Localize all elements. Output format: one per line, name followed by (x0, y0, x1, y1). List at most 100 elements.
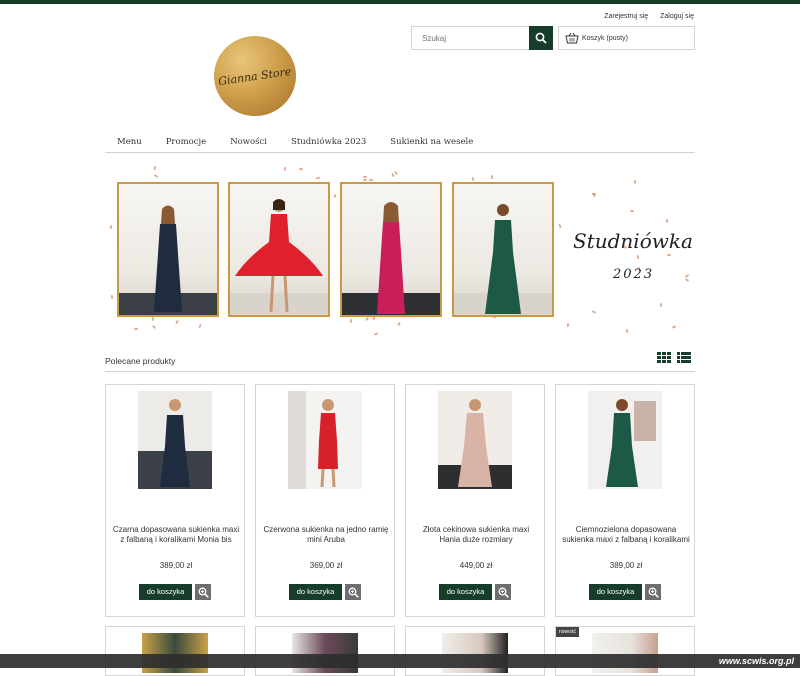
register-link[interactable]: Zarejestruj się (604, 13, 648, 20)
search-icon (535, 32, 547, 44)
confetti-piece (175, 319, 179, 325)
main-nav: Menu Promocje Nowości Studniówka 2023 Su… (105, 134, 695, 153)
quick-view-button[interactable] (495, 584, 511, 600)
cart-button[interactable]: Koszyk (pusty) (558, 26, 695, 50)
basket-icon (565, 32, 579, 44)
nav-item-menu[interactable]: Menu (105, 134, 154, 152)
nav-item-promocje[interactable]: Promocje (154, 134, 219, 152)
product-name[interactable]: Złota cekinowa sukienka maxi Hania duże … (412, 525, 540, 545)
product-price: 389,00 zł (609, 561, 643, 570)
logo-text: Gianna Store (217, 64, 293, 88)
product-name[interactable]: Ciemnozielona dopasowana sukienka maxi z… (562, 525, 690, 545)
confetti-piece (109, 224, 113, 230)
banner-year: 2023 (613, 267, 655, 282)
confetti-piece (368, 178, 374, 182)
account-links: Zarejestruj się Zaloguj się (594, 13, 694, 20)
confetti-piece (373, 332, 379, 336)
hero-banner[interactable]: Studniówka 2023 (105, 163, 695, 343)
section-title: Polecane produkty (105, 356, 176, 366)
zoom-icon (498, 587, 509, 598)
confetti-piece (364, 316, 370, 322)
product-price: 389,00 zł (159, 561, 193, 570)
product-image[interactable] (588, 391, 662, 489)
confetti-piece (491, 175, 493, 179)
nav-item-sukienki-na-wesele[interactable]: Sukienki na wesele (378, 134, 485, 152)
cart-status: (pusty) (606, 34, 628, 42)
confetti-piece (110, 294, 114, 300)
add-to-cart-button[interactable]: do koszyka (589, 584, 642, 600)
add-to-cart-button[interactable]: do koszyka (289, 584, 342, 600)
confetti-piece (362, 178, 368, 182)
search-button[interactable] (529, 26, 553, 50)
product-image[interactable] (438, 391, 512, 489)
section-divider (105, 371, 695, 372)
confetti-piece (625, 328, 629, 334)
dress-shape (318, 413, 338, 469)
confetti-piece (566, 322, 570, 328)
product-price: 449,00 zł (459, 561, 493, 570)
confetti-piece (397, 321, 401, 327)
product-card[interactable]: nowość (555, 626, 695, 676)
add-to-cart-button[interactable]: do koszyka (139, 584, 192, 600)
confetti-piece (283, 166, 287, 172)
product-card[interactable]: Czarna dopasowana sukienka maxi z falban… (105, 384, 245, 617)
product-image[interactable] (288, 391, 362, 489)
search-input[interactable] (412, 27, 529, 49)
quick-view-button[interactable] (645, 584, 661, 600)
confetti-piece (151, 316, 155, 322)
product-card[interactable]: Czerwona sukienka na jedno ramię mini Ar… (255, 384, 395, 617)
login-link[interactable]: Zaloguj się (660, 13, 694, 20)
confetti-piece (591, 310, 597, 314)
banner-photo-3 (340, 182, 442, 317)
confetti-piece (629, 209, 635, 213)
add-to-cart-button[interactable]: do koszyka (439, 584, 492, 600)
quick-view-button[interactable] (345, 584, 361, 600)
nav-item-nowosci[interactable]: Nowości (218, 134, 279, 152)
confetti-piece (315, 176, 321, 180)
confetti-piece (636, 254, 640, 260)
zoom-icon (648, 587, 659, 598)
quick-view-button[interactable] (195, 584, 211, 600)
header: Zarejestruj się Zaloguj się Koszyk (pust… (0, 4, 800, 134)
confetti-piece (671, 325, 677, 329)
product-card[interactable] (405, 626, 545, 676)
confetti-piece (349, 318, 353, 324)
banner-photo-1 (117, 182, 219, 317)
product-card[interactable]: Ciemnozielona dopasowana sukienka maxi z… (555, 384, 695, 617)
banner-photo-2 (228, 182, 330, 317)
confetti-piece (471, 176, 475, 182)
confetti-piece (151, 324, 157, 330)
confetti-piece (665, 218, 669, 224)
confetti-piece (633, 179, 637, 185)
confetti-piece (558, 223, 562, 229)
watermark: www.scwis.org.pl (0, 654, 800, 668)
product-image[interactable] (138, 391, 212, 489)
grid-view-icon[interactable] (657, 352, 671, 363)
zoom-icon (198, 587, 209, 598)
product-name[interactable]: Czerwona sukienka na jedno ramię mini Ar… (262, 525, 390, 545)
confetti-piece (198, 323, 202, 329)
product-card[interactable] (105, 626, 245, 676)
confetti-piece (298, 167, 304, 171)
confetti-piece (153, 165, 157, 171)
product-card[interactable] (255, 626, 395, 676)
confetti-piece (684, 278, 690, 282)
new-badge: nowość (556, 627, 579, 637)
confetti-piece (362, 175, 368, 179)
confetti-piece (666, 253, 672, 257)
cart-label: Koszyk (582, 34, 605, 42)
confetti-piece (133, 327, 139, 331)
confetti-piece (659, 302, 663, 308)
search-box (411, 26, 553, 50)
product-card[interactable]: Złota cekinowa sukienka maxi Hania duże … (405, 384, 545, 617)
confetti-piece (333, 193, 337, 199)
banner-title: Studniówka (573, 229, 693, 253)
product-price: 369,00 zł (309, 561, 343, 570)
zoom-icon (348, 587, 359, 598)
store-logo[interactable]: Gianna Store (214, 36, 296, 116)
product-name[interactable]: Czarna dopasowana sukienka maxi z falban… (112, 525, 240, 545)
nav-item-studniowka[interactable]: Studniówka 2023 (279, 134, 378, 152)
banner-photo-4 (452, 182, 554, 317)
view-switcher (657, 352, 691, 363)
list-view-icon[interactable] (677, 352, 691, 363)
